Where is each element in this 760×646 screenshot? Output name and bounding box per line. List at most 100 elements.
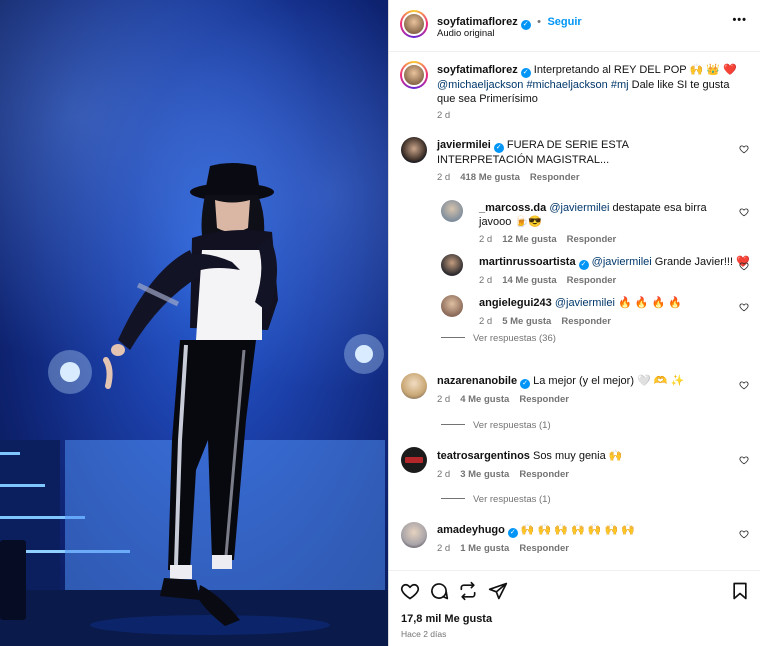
caption-avatar[interactable]: [400, 61, 428, 89]
mention-link[interactable]: @javiermilei: [555, 297, 615, 309]
reply-meta: 2 d 14 Me gusta Responder: [479, 275, 626, 286]
comment-body: La mejor (y el mejor) 🤍 🫶 ✨: [530, 375, 685, 387]
reply-username[interactable]: angielegui243: [479, 297, 552, 309]
comment-text: javiermilei ✓ FUERA DE SERIE ESTA INTERPR…: [437, 138, 727, 167]
reply-time: 2 d: [479, 316, 493, 327]
reply-button[interactable]: Responder: [567, 234, 617, 245]
reply-meta: 2 d 5 Me gusta Responder: [479, 316, 621, 327]
mention-link[interactable]: @javiermilei: [549, 202, 609, 214]
author-username[interactable]: soyfatimaflorez: [437, 16, 518, 28]
like-count[interactable]: 17,8 mil Me gusta: [401, 613, 492, 625]
heart-icon[interactable]: [739, 261, 749, 271]
step-light: [0, 484, 45, 487]
reply-avatar[interactable]: [441, 200, 463, 222]
reply-text: martinrussoartista ✓ @javiermilei Grande …: [479, 255, 750, 270]
comment-time: 2 d: [437, 172, 451, 183]
mention-link[interactable]: @javiermilei: [592, 256, 652, 268]
comment-username[interactable]: nazarenanobile: [437, 375, 517, 387]
comment-meta: 2 d 3 Me gusta Responder: [437, 469, 579, 480]
comment-username[interactable]: javiermilei: [437, 139, 491, 151]
reply-username[interactable]: _marcoss.da: [479, 202, 546, 214]
reply-button[interactable]: Responder: [567, 275, 617, 286]
comment-likes[interactable]: 1 Me gusta: [460, 543, 509, 554]
comment-text: teatrosargentinos Sos muy genia 🙌: [437, 449, 727, 463]
verified-icon: ✓: [520, 68, 531, 78]
follow-button[interactable]: Seguir: [547, 16, 581, 28]
hashtag-link[interactable]: #michaeljackson: [526, 79, 607, 91]
comment-avatar[interactable]: [401, 373, 427, 399]
comment-avatar[interactable]: [401, 447, 427, 473]
comment-text: amadeyhugo ✓ 🙌 🙌 🙌 🙌 🙌 🙌 🙌: [437, 523, 727, 538]
reply-likes[interactable]: 12 Me gusta: [502, 234, 556, 245]
comment-time: 2 d: [437, 394, 451, 405]
divider-line: [441, 337, 465, 338]
reply-likes[interactable]: 14 Me gusta: [502, 275, 556, 286]
bookmark-icon[interactable]: [730, 581, 750, 601]
heart-icon[interactable]: [739, 455, 749, 465]
caption-text: soyfatimaflorez ✓ Interpretando al REY DE…: [437, 63, 737, 106]
reply-button[interactable]: Responder: [519, 394, 569, 405]
reply-time: 2 d: [479, 275, 493, 286]
comment-likes[interactable]: 418 Me gusta: [460, 172, 520, 183]
heart-icon[interactable]: [739, 302, 749, 312]
caption-time: 2 d: [437, 110, 451, 121]
reply-text: _marcoss.da @javiermilei destapate esa b…: [479, 201, 727, 229]
verified-icon: ✓: [578, 260, 589, 270]
comment-avatar[interactable]: [401, 522, 427, 548]
share-icon[interactable]: [488, 581, 508, 601]
reply-button[interactable]: Responder: [530, 172, 580, 183]
view-replies-label[interactable]: Ver respuestas (36): [473, 333, 556, 344]
more-icon[interactable]: •••: [732, 14, 747, 26]
verified-icon: ✓: [520, 20, 531, 30]
reply-time: 2 d: [479, 234, 493, 245]
comment-likes[interactable]: 3 Me gusta: [460, 469, 509, 480]
view-replies-label[interactable]: Ver respuestas (1): [473, 494, 551, 505]
view-replies-button[interactable]: Ver respuestas (1): [441, 420, 551, 431]
caption-username[interactable]: soyfatimaflorez: [437, 64, 518, 76]
heart-icon[interactable]: [739, 529, 749, 539]
author-avatar[interactable]: [400, 10, 428, 38]
heart-icon[interactable]: [739, 144, 749, 154]
reply-button[interactable]: Responder: [519, 543, 569, 554]
comment-avatar[interactable]: [401, 137, 427, 163]
view-replies-button[interactable]: Ver respuestas (36): [441, 333, 556, 344]
reply-avatar[interactable]: [441, 254, 463, 276]
heart-icon[interactable]: [739, 380, 749, 390]
separator-dot: •: [537, 16, 542, 28]
comment-username[interactable]: amadeyhugo: [437, 524, 505, 536]
stage-speaker: [0, 540, 26, 620]
reply-likes[interactable]: 5 Me gusta: [502, 316, 551, 327]
heart-icon[interactable]: [400, 581, 420, 601]
spotlight-glow: [344, 334, 384, 374]
hashtag-link[interactable]: #mj: [611, 79, 629, 91]
comment-time: 2 d: [437, 543, 451, 554]
spotlight-glow: [48, 350, 92, 394]
stage-scene: [0, 163, 388, 646]
repost-icon[interactable]: [458, 581, 478, 601]
view-replies-button[interactable]: Ver respuestas (1): [441, 494, 551, 505]
heart-icon[interactable]: [739, 207, 749, 217]
comment-likes[interactable]: 4 Me gusta: [460, 394, 509, 405]
view-replies-label[interactable]: Ver respuestas (1): [473, 420, 551, 431]
floor-shadow: [90, 615, 330, 635]
comment-text: nazarenanobile ✓ La mejor (y el mejor) 🤍 …: [437, 374, 727, 389]
comment-body: Sos muy genia 🙌: [529, 450, 623, 462]
reply-body: Grande Javier!!! ❤️: [651, 256, 750, 268]
comment-meta: 2 d 418 Me gusta Responder: [437, 172, 590, 183]
verified-icon: ✓: [507, 528, 518, 538]
audio-link[interactable]: Audio original: [437, 28, 495, 39]
reply-button[interactable]: Responder: [561, 316, 611, 327]
comment-body: 🙌 🙌 🙌 🙌 🙌 🙌 🙌: [517, 524, 636, 536]
post-media[interactable]: [0, 0, 388, 646]
verified-icon: ✓: [493, 143, 504, 153]
caption-body: Interpretando al REY DEL POP 🙌 👑 ❤️: [530, 64, 737, 76]
comment-username[interactable]: teatrosargentinos: [437, 450, 530, 462]
comment-meta: 2 d 4 Me gusta Responder: [437, 394, 579, 405]
reply-avatar[interactable]: [441, 295, 463, 317]
reply-button[interactable]: Responder: [519, 469, 569, 480]
reply-username[interactable]: martinrussoartista: [479, 256, 576, 268]
divider-line: [441, 498, 465, 499]
comment-icon[interactable]: [429, 581, 449, 601]
mention-link[interactable]: @michaeljackson: [437, 79, 523, 91]
step-light: [0, 452, 20, 455]
